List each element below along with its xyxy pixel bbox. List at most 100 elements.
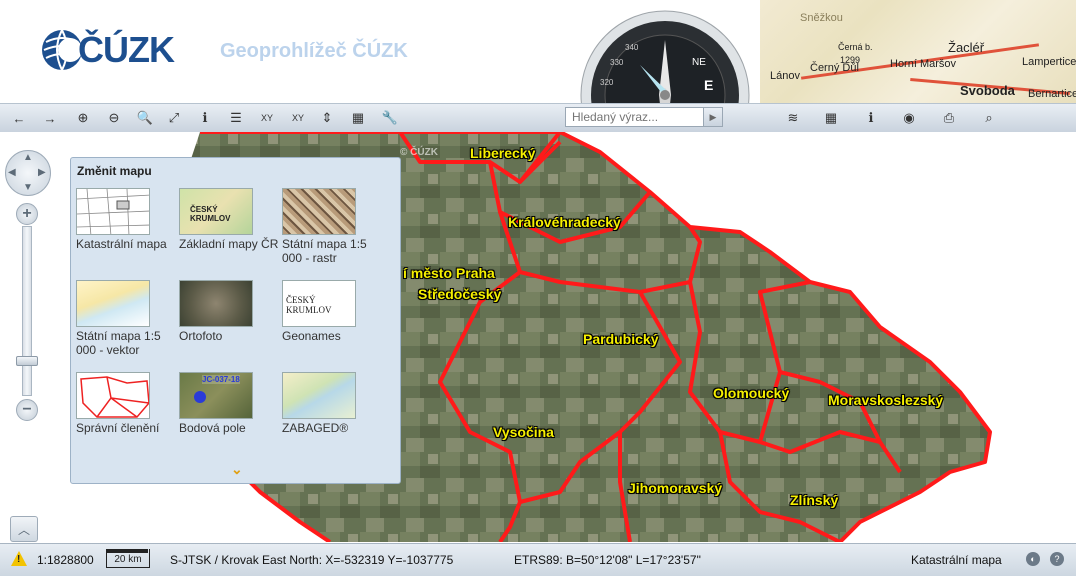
thumbnail: ČESKÝ KRUMLOV [282, 280, 356, 327]
map-tile-geonames[interactable]: ČESKÝ KRUMLOV Geonames [282, 280, 382, 343]
grid-icon: ▦ [824, 110, 838, 125]
compass-320: 320 [600, 78, 614, 87]
thumb-text: ČESKÝ KRUMLOV [190, 205, 231, 223]
map-tile-sm5-raster[interactable]: Státní mapa 1:5 000 - rastr [282, 188, 382, 265]
coords-sjtsk: S-JTSK / Krovak East North: X=-532319 Y=… [170, 553, 454, 567]
layers-button[interactable]: ≋ [780, 106, 806, 130]
collapse-panel-button[interactable]: ︿ [10, 516, 38, 542]
zoom-out-button[interactable]: ⊖ [101, 106, 127, 130]
chevron-up-icon: ︿ [17, 522, 30, 537]
map-label: Svoboda [960, 83, 1015, 98]
panel-title: Změnit mapu [77, 164, 152, 178]
zoom-slider[interactable] [22, 226, 32, 396]
measure-area-button[interactable]: ▦ [345, 106, 371, 130]
region-label: í město Praha [403, 265, 495, 281]
zoom-in-icon[interactable]: + [16, 203, 38, 225]
header-map-banner: Sněžkou Žacléř Černá b. 1299 Horní Maršo… [760, 0, 1076, 103]
map-label: Černá b. [838, 42, 873, 52]
tile-label: Katastrální mapa [76, 237, 167, 251]
map-label: Lánov [770, 70, 800, 82]
pan-left-icon[interactable]: ◀ [8, 167, 16, 178]
watermark: © ČÚZK [400, 147, 438, 158]
print-button[interactable]: ⎙ [936, 106, 962, 130]
xy-icon: XY [260, 113, 273, 123]
pan-right-icon[interactable]: ▶ [38, 167, 46, 178]
area-icon: ▦ [351, 110, 365, 125]
triangle-right-icon: ▶ [709, 111, 717, 122]
thumbnail: ČESKÝ KRUMLOV [179, 188, 253, 235]
map-tile-admin[interactable]: Správní členění [76, 372, 176, 435]
change-map-panel: Změnit mapu Katastrální mapa ČESKÝ KRUML… [70, 157, 401, 484]
thumbnail [282, 372, 356, 419]
xy-search-button[interactable]: XY [285, 106, 311, 130]
logo-text: ČÚZK [78, 29, 175, 70]
full-extent-button[interactable]: ⤢ [161, 106, 187, 130]
map-label: Sněžkou [800, 12, 843, 24]
region-label: Středočeský [418, 286, 502, 302]
cuzk-logo[interactable]: ČÚZK [40, 28, 175, 72]
region-label: Vysočina [493, 424, 554, 440]
zoom-out-icon[interactable]: − [16, 399, 38, 421]
expand-icon: ⤢ [168, 110, 180, 125]
map-tile-sm5-vector[interactable]: Státní mapa 1:5 000 - vektor [76, 280, 176, 357]
services-button[interactable]: ◉ [896, 106, 922, 130]
search-go-button[interactable]: ▶ [703, 108, 722, 126]
map-tile-cadastral[interactable]: Katastrální mapa [76, 188, 176, 251]
map-tile-survey-points[interactable]: JC-037-18 Bodová pole [179, 372, 279, 435]
arrow-left-icon: ← [12, 110, 26, 126]
tile-label: Základní mapy ČR [179, 237, 279, 251]
binoculars-icon: ⌕ [985, 110, 993, 125]
globe-services-icon: ◉ [903, 110, 915, 125]
main-toolbar: ← → ⊕ ⊖ 🔍 ⤢ ℹ ☰ XY XY ⇕ ▦ 🔧 ▶ ≋ ▦ ℹ ◉ ⎙ … [0, 103, 1076, 133]
pan-up-icon[interactable]: ▲ [23, 152, 33, 163]
tools-button[interactable]: 🔧 [377, 106, 403, 130]
grid-button[interactable]: ▦ [818, 106, 844, 130]
xy-button[interactable]: XY [254, 106, 280, 130]
compass-330: 330 [610, 58, 624, 67]
info-circle-icon: ℹ [868, 110, 874, 125]
search-input[interactable] [566, 108, 708, 126]
map-tile-zabaged[interactable]: ZABAGED® [282, 372, 382, 435]
status-bar: ! 1:1828800 20 km S-JTSK / Krovak East N… [0, 543, 1076, 576]
map-label: Horní Maršov [890, 58, 957, 70]
info-button[interactable]: ℹ [192, 106, 218, 130]
legend-button[interactable]: ☰ [223, 106, 249, 130]
thumbnail [76, 372, 150, 419]
help-icon[interactable]: ? [1050, 552, 1064, 566]
map-label: Lampertice [1022, 56, 1076, 68]
region-label: Královéhradecký [508, 214, 621, 230]
pan-down-icon[interactable]: ▼ [23, 182, 33, 193]
app-title: Geoprohlížeč ČÚZK [220, 40, 408, 62]
map-tile-orthophoto[interactable]: Ortofoto [179, 280, 279, 343]
back-button[interactable]: ← [6, 106, 32, 130]
map-label: Černý Důl [810, 62, 859, 74]
thumbnail: JC-037-18 [179, 372, 253, 419]
map-label: Bernartice [1028, 88, 1076, 100]
zoom-in-button[interactable]: ⊕ [70, 106, 96, 130]
tile-label: Bodová pole [179, 421, 246, 435]
measure-distance-button[interactable]: ⇕ [314, 106, 340, 130]
thumbnail [282, 188, 356, 235]
tile-label: Ortofoto [179, 329, 223, 343]
find-button[interactable]: ⌕ [976, 106, 1002, 130]
zoom-slider-handle[interactable] [16, 356, 38, 367]
warning-mark: ! [17, 554, 21, 565]
region-label: Liberecký [470, 145, 536, 161]
list-icon: ☰ [230, 110, 242, 125]
header: ČÚZK Geoprohlížeč ČÚZK Sněžkou Žacléř Če… [0, 0, 1076, 103]
map-tile-zm[interactable]: ČESKÝ KRUMLOV Základní mapy ČR [179, 188, 279, 251]
info-icon: ℹ [202, 110, 208, 125]
zoom-window-button[interactable]: 🔍 [132, 106, 158, 130]
pan-control[interactable]: ▲ ▼ ◀ ▶ [5, 150, 51, 196]
region-label: Zlínský [790, 492, 839, 508]
wrench-icon: 🔧 [381, 110, 399, 125]
about-button[interactable]: ℹ [858, 106, 884, 130]
scalebar-label: 20 km [114, 554, 142, 565]
forward-button[interactable]: → [37, 106, 63, 130]
zoom-out-icon: ⊖ [108, 110, 120, 125]
compass-340: 340 [625, 43, 639, 52]
thumbnail [76, 280, 150, 327]
chevron-down-icon[interactable]: ⌄ [231, 461, 243, 478]
settings-icon[interactable]: ◐ [1026, 552, 1040, 566]
region-label: Olomoucký [713, 385, 790, 401]
